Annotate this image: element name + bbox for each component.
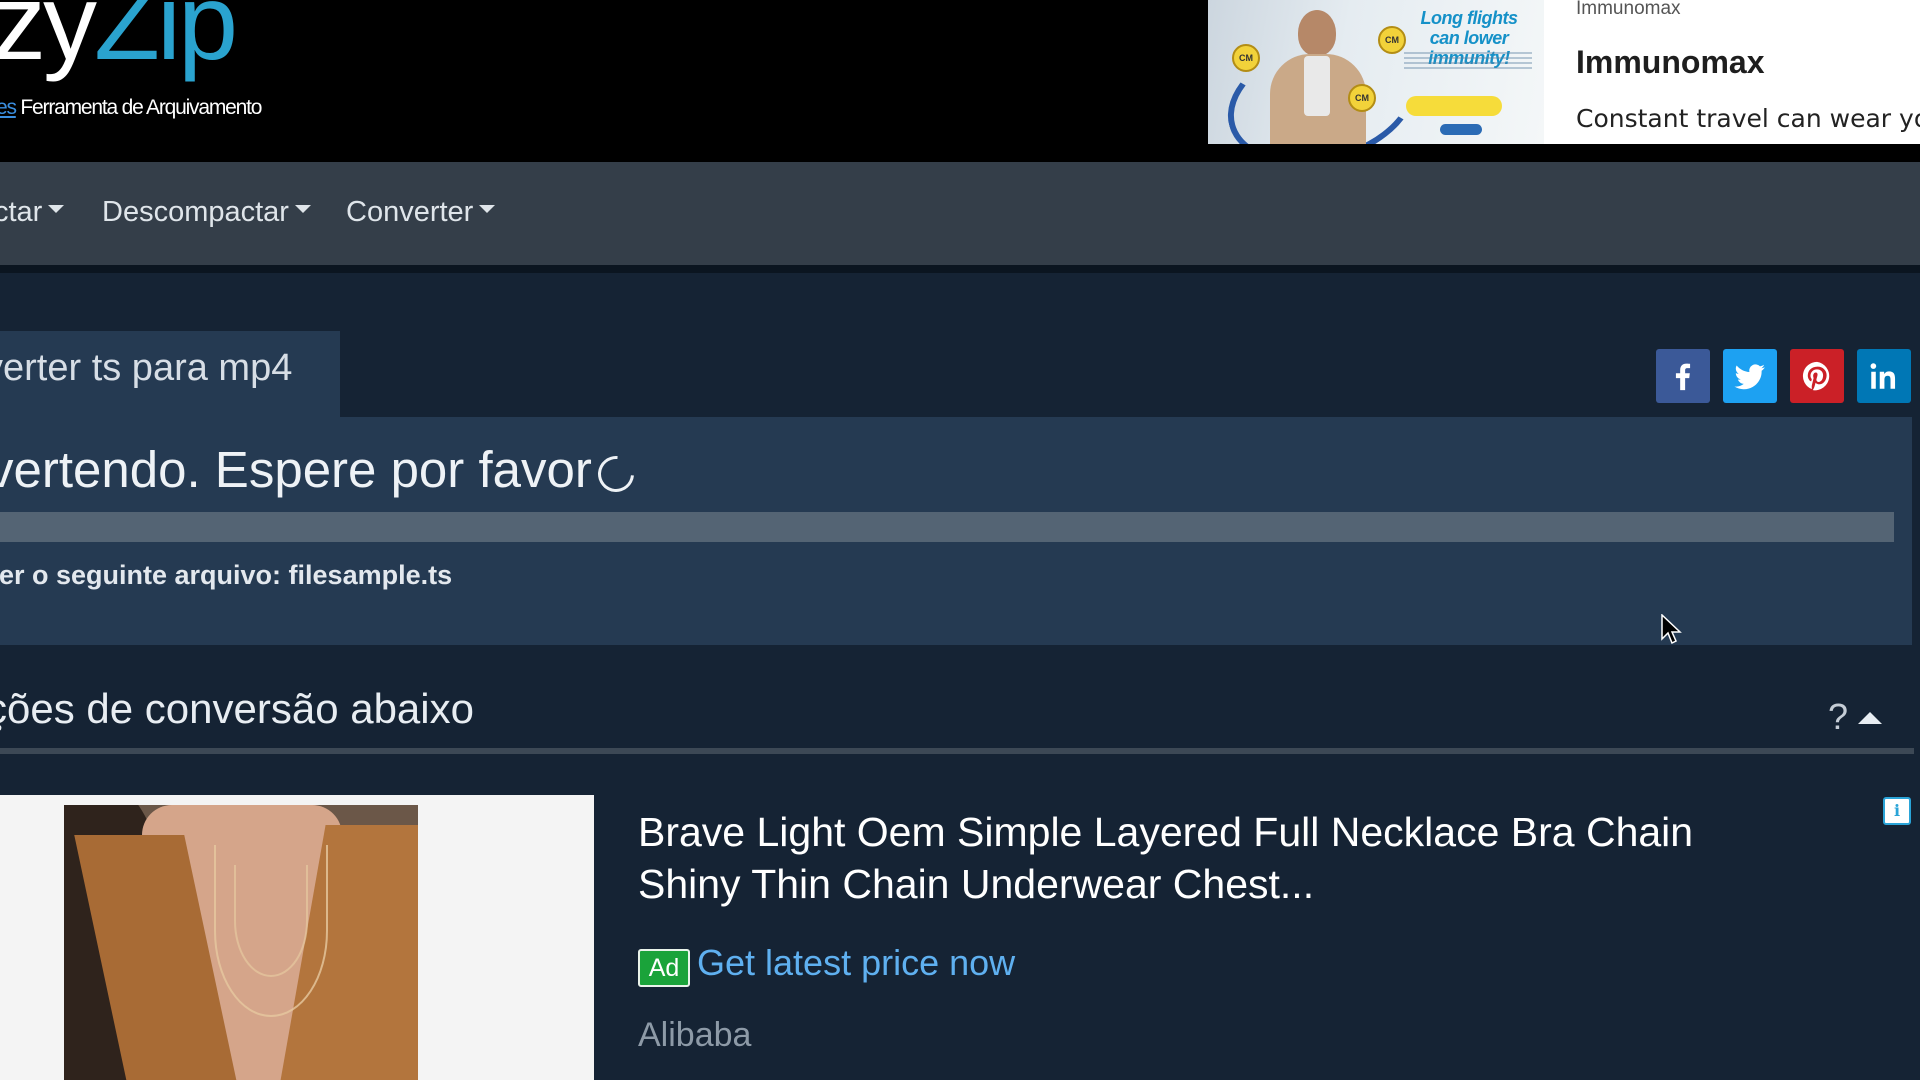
top-ad-source: Immunomax xyxy=(1576,0,1681,19)
top-banner-ad[interactable]: CM CM CM Long flights can lower immunity… xyxy=(1208,0,1920,144)
product-photo xyxy=(64,805,418,1080)
converting-file-label: ter o seguinte arquivo: filesample.ts xyxy=(0,560,453,590)
caret-down-icon xyxy=(294,205,311,214)
ad-badge: Ad xyxy=(638,949,690,987)
get-price-link[interactable]: Get latest price now xyxy=(697,942,1015,984)
logo-text-part2: Zip xyxy=(94,0,238,82)
top-ad-description: Constant travel can wear your xyxy=(1576,104,1920,133)
linkedin-share-button[interactable] xyxy=(1857,349,1911,403)
nav-compactar-dropdown[interactable]: ctar xyxy=(0,196,65,229)
nav-item-label: Converter xyxy=(346,196,474,228)
conversion-options-heading: ções de conversão abaixo xyxy=(0,685,474,732)
mouse-cursor-icon xyxy=(1661,614,1682,645)
ad-seller-name: Alibaba xyxy=(638,1016,752,1054)
logo-text-part1: zy xyxy=(0,0,97,82)
nav-item-label: ctar xyxy=(0,196,43,228)
product-ad-title[interactable]: Brave Light Oem Simple Layered Full Neck… xyxy=(638,806,1788,910)
page-title: verter ts para mp4 xyxy=(0,347,293,389)
help-question-icon[interactable]: ? xyxy=(1828,696,1848,738)
ad-coin-icon: CM xyxy=(1348,84,1376,112)
ad-coin-icon: CM xyxy=(1232,44,1260,72)
facebook-icon xyxy=(1675,363,1691,391)
pinterest-icon xyxy=(1802,361,1830,391)
top-ad-title[interactable]: Immunomax xyxy=(1576,44,1764,81)
top-ad-yellow-banner xyxy=(1406,96,1502,116)
conversion-status: vertendo. Espere por favor xyxy=(0,440,642,499)
ad-person-graphic xyxy=(1262,10,1372,144)
linkedin-icon xyxy=(1870,363,1896,389)
collapse-caret-up-icon[interactable] xyxy=(1858,712,1882,724)
options-divider xyxy=(0,748,1914,754)
product-ad-image[interactable] xyxy=(0,795,594,1080)
nav-divider xyxy=(0,265,1920,273)
nav-converter-dropdown[interactable]: Converter xyxy=(346,196,496,229)
top-ad-fineprint xyxy=(1404,52,1532,72)
caret-down-icon xyxy=(48,205,65,214)
ad-info-icon[interactable]: i xyxy=(1883,797,1911,825)
caret-down-icon xyxy=(479,205,496,214)
facebook-share-button[interactable] xyxy=(1656,349,1710,403)
nav-item-label: Descompactar xyxy=(102,196,289,228)
conversion-progress-bar xyxy=(0,512,1894,542)
nav-descompactar-dropdown[interactable]: Descompactar xyxy=(102,196,311,229)
logo-tagline: es Ferramenta de Arquivamento xyxy=(0,96,262,120)
tagline-link[interactable]: es xyxy=(0,96,17,119)
twitter-share-button[interactable] xyxy=(1723,349,1777,403)
tagline-text: Ferramenta de Arquivamento xyxy=(15,96,262,119)
loading-spinner-icon xyxy=(590,448,642,499)
main-navbar: ctar Descompactar Converter xyxy=(0,162,1920,265)
site-logo[interactable]: zyZip xyxy=(0,0,238,76)
top-ad-image[interactable]: CM CM CM Long flights can lower immunity… xyxy=(1208,0,1544,144)
pinterest-share-button[interactable] xyxy=(1790,349,1844,403)
twitter-icon xyxy=(1734,364,1765,390)
top-ad-learn-more-button[interactable] xyxy=(1440,124,1482,135)
ad-coin-icon: CM xyxy=(1378,26,1406,54)
conversion-status-text: vertendo. Espere por favor xyxy=(0,441,592,498)
